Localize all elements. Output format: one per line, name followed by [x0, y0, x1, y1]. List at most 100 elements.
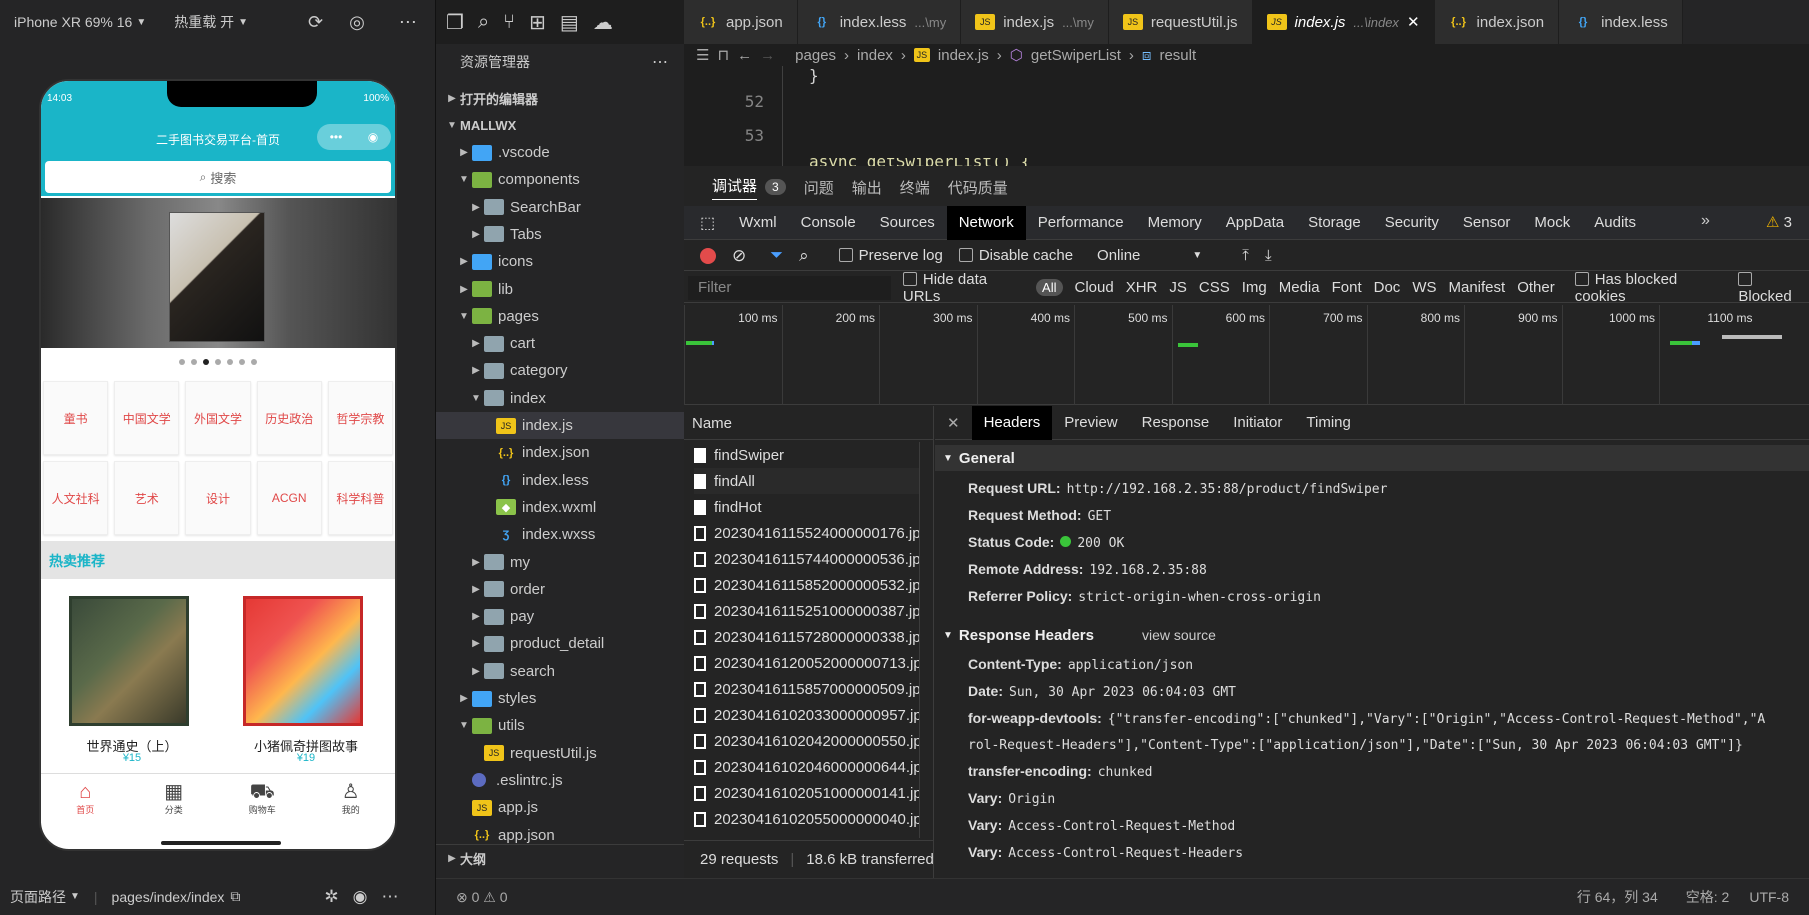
- tree-item[interactable]: ▶ cart: [436, 330, 684, 357]
- tree-item[interactable]: ▶ Tabs: [436, 221, 684, 248]
- import-icon[interactable]: ⤒: [1242, 247, 1249, 264]
- tree-item[interactable]: JS requestUtil.js: [436, 740, 684, 767]
- mp-capsule[interactable]: ••• ◉: [317, 124, 391, 150]
- breadcrumb-item[interactable]: pages: [795, 47, 836, 64]
- blocked-cookies-checkbox[interactable]: Has blocked cookies: [1574, 271, 1727, 305]
- export-icon[interactable]: ⤓: [1265, 247, 1272, 264]
- request-row[interactable]: findAll: [694, 468, 919, 494]
- devtools-tab[interactable]: Security: [1373, 206, 1451, 240]
- tree-item[interactable]: ▼ pages: [436, 303, 684, 330]
- breadcrumb-item[interactable]: index.js: [938, 47, 989, 64]
- editor-tab[interactable]: {} index.less ...\my: [797, 0, 962, 44]
- product-card[interactable]: 小猪佩奇拼图故事 ¥19: [221, 586, 391, 764]
- filter-type[interactable]: CSS: [1199, 279, 1230, 296]
- name-column-header[interactable]: Name: [684, 406, 934, 440]
- extensions-icon[interactable]: ⊞: [529, 10, 546, 35]
- filter-type[interactable]: WS: [1412, 279, 1436, 296]
- stop-icon[interactable]: ◎: [349, 12, 365, 33]
- request-row[interactable]: findSwiper: [694, 442, 919, 468]
- capsule-close-icon[interactable]: ◉: [368, 130, 378, 144]
- breadcrumb-item[interactable]: result: [1159, 47, 1196, 64]
- request-row[interactable]: 20230416102033000000957.jp: [694, 702, 919, 728]
- devtools-tab[interactable]: Console: [789, 206, 868, 240]
- eye-icon[interactable]: ◉: [353, 887, 368, 907]
- request-row[interactable]: 20230416120052000000713.jp: [694, 650, 919, 676]
- category-item[interactable]: 历史政治: [256, 381, 322, 455]
- clear-icon[interactable]: ⊘: [732, 246, 746, 266]
- filter-type[interactable]: Cloud: [1075, 279, 1114, 296]
- source-control-icon[interactable]: ⑂: [503, 11, 515, 34]
- editor-tab[interactable]: JS index.js ...\index ✕: [1252, 0, 1435, 44]
- project-section[interactable]: ▼ MALLWX: [436, 112, 684, 139]
- tree-item[interactable]: ▼ components: [436, 166, 684, 193]
- tabbar-item[interactable]: ♙ 我的: [307, 774, 396, 823]
- bookmark-icon[interactable]: ⊓: [717, 46, 729, 64]
- more-icon[interactable]: ⋯: [652, 52, 668, 72]
- tree-item[interactable]: ▶ search: [436, 658, 684, 685]
- tree-item[interactable]: ▶ pay: [436, 603, 684, 630]
- filter-type[interactable]: Media: [1279, 279, 1320, 296]
- request-row[interactable]: 20230416115728000000338.jp: [694, 624, 919, 650]
- tab-code-quality[interactable]: 代码质量: [948, 177, 1008, 198]
- indentation[interactable]: 空格: 2: [1686, 887, 1730, 907]
- disable-cache-checkbox[interactable]: Disable cache: [958, 247, 1073, 264]
- devtools-tab[interactable]: Network: [946, 205, 1026, 240]
- devtools-tab[interactable]: Mock: [1522, 206, 1582, 240]
- request-row[interactable]: 20230416115524000000176.jp: [694, 520, 919, 546]
- tree-item[interactable]: ▶ lib: [436, 276, 684, 303]
- product-card[interactable]: 世界通史（上） ¥15: [47, 586, 217, 764]
- close-icon[interactable]: ✕: [1407, 13, 1420, 31]
- files-icon[interactable]: ❐: [446, 10, 464, 35]
- filter-type[interactable]: Font: [1332, 279, 1362, 296]
- record-icon[interactable]: [700, 247, 716, 264]
- tab-output[interactable]: 输出: [852, 177, 882, 198]
- device-select[interactable]: iPhone XR 69% 16: [14, 14, 132, 30]
- tree-item[interactable]: ▶ category: [436, 357, 684, 384]
- request-row[interactable]: findHot: [694, 494, 919, 520]
- request-row[interactable]: 20230416102055000000040.jp: [694, 806, 919, 832]
- editor-tab[interactable]: {} index.less: [1559, 0, 1683, 44]
- breadcrumb-item[interactable]: index: [857, 47, 893, 64]
- category-item[interactable]: 人文社科: [43, 461, 109, 535]
- editor-tab[interactable]: {..} index.json: [1434, 0, 1560, 44]
- tree-item[interactable]: ▶ styles: [436, 685, 684, 712]
- tab-terminal[interactable]: 终端: [900, 177, 930, 198]
- back-icon[interactable]: ←: [737, 47, 752, 64]
- list-icon[interactable]: ☰: [696, 46, 709, 64]
- more-icon[interactable]: ⋯: [382, 887, 399, 907]
- request-row[interactable]: 20230416102051000000141.jp: [694, 780, 919, 806]
- more-tabs-icon[interactable]: »: [1701, 212, 1710, 230]
- tree-item[interactable]: ▼ utils: [436, 712, 684, 739]
- tabbar-item[interactable]: ⛟ 购物车: [218, 774, 307, 823]
- request-row[interactable]: 20230416102042000000550.jp: [694, 728, 919, 754]
- problems-count[interactable]: ⊗ 0 ⚠ 0: [456, 889, 508, 906]
- request-row[interactable]: 20230416115857000000509.jp: [694, 676, 919, 702]
- tree-item[interactable]: ◆ index.wxml: [436, 494, 684, 521]
- category-item[interactable]: 艺术: [114, 461, 180, 535]
- layout-icon[interactable]: ▤: [560, 10, 579, 35]
- tree-item[interactable]: JS index.js: [436, 412, 684, 439]
- tree-item[interactable]: ▶ .vscode: [436, 139, 684, 166]
- category-item[interactable]: 科学科普: [327, 461, 393, 535]
- detail-tab[interactable]: Timing: [1294, 406, 1362, 440]
- chevron-down-icon[interactable]: ▼: [1192, 250, 1202, 261]
- response-headers-section-header[interactable]: ▼ Response Headers view source: [935, 622, 1809, 648]
- request-row[interactable]: 20230416102046000000644.jp: [694, 754, 919, 780]
- filter-icon[interactable]: ⏷: [770, 247, 783, 265]
- filter-type[interactable]: Doc: [1374, 279, 1401, 296]
- tab-debugger[interactable]: 调试器: [712, 175, 758, 200]
- code-editor[interactable]: } 52 53 async getSwiperList() {: [684, 66, 1809, 166]
- filter-type[interactable]: XHR: [1126, 279, 1158, 296]
- inspect-icon[interactable]: ⬚: [684, 213, 727, 233]
- tree-item[interactable]: ▶ SearchBar: [436, 194, 684, 221]
- filter-type[interactable]: JS: [1169, 279, 1187, 296]
- category-item[interactable]: 童书: [43, 381, 109, 455]
- swiper-banner[interactable]: [41, 198, 395, 348]
- preserve-log-checkbox[interactable]: Preserve log: [838, 247, 943, 264]
- warning-indicator[interactable]: ⚠ 3: [1766, 213, 1792, 231]
- bug-icon[interactable]: ✲: [324, 887, 338, 907]
- filter-all[interactable]: All: [1036, 279, 1063, 296]
- chevron-down-icon[interactable]: ▼: [136, 17, 146, 28]
- devtools-tab[interactable]: Sensor: [1451, 206, 1523, 240]
- forward-icon[interactable]: →: [760, 47, 775, 64]
